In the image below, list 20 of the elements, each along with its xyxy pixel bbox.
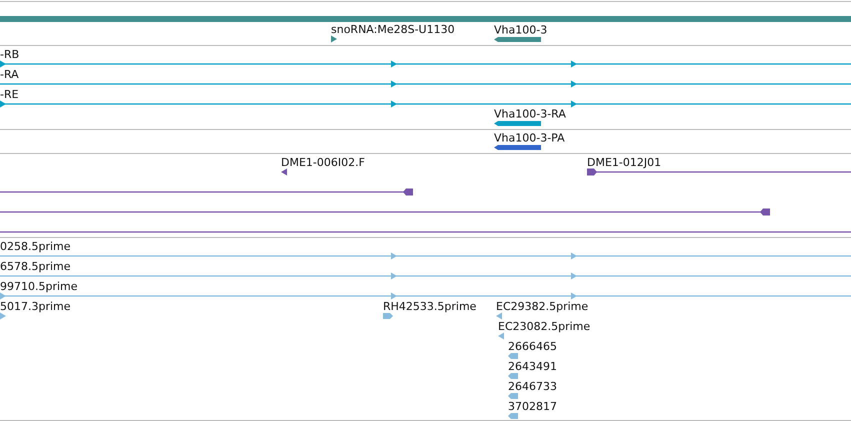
feature-label: RH42533.5prime [383, 300, 476, 313]
feature-label: EC23082.5prime [498, 320, 590, 333]
feature-label: 2666465 [508, 340, 557, 353]
feature-label: Vha100-3-PA [494, 132, 565, 144]
feature-label: snoRNA:Me28S-U1130 [331, 23, 455, 36]
feature-label: 0258.5prime [0, 240, 71, 253]
feature-label: Vha100-3 [494, 24, 548, 36]
feature-label: -RE [0, 88, 19, 101]
feature-label: Vha100-3-RA [494, 108, 566, 120]
feature-label: EC29382.5prime [496, 300, 588, 313]
feature-label: -RA [0, 68, 19, 81]
feature-label: 2646733 [508, 380, 557, 393]
feature-label: 2643491 [508, 360, 557, 373]
feature-label: 5017.3prime [0, 300, 71, 313]
feature-label: DME1-012J01 [587, 156, 662, 169]
feature-label: -RB [0, 48, 20, 61]
feature-label: 6578.5prime [0, 260, 71, 273]
feature-label: 99710.5prime [0, 280, 78, 293]
feature-label: 3702817 [508, 400, 557, 413]
feature-label: DME1-006I02.F [281, 156, 365, 169]
